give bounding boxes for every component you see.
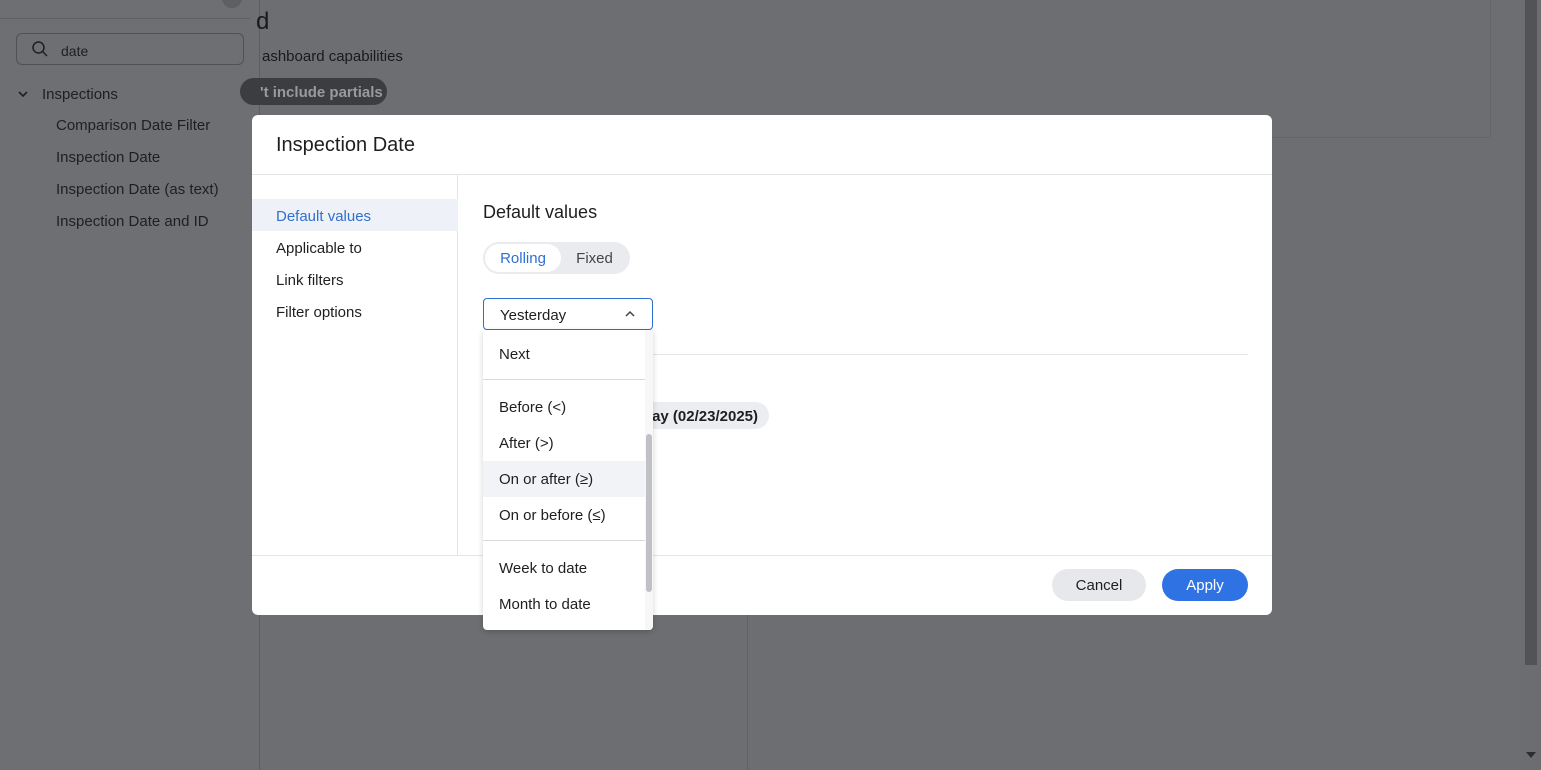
scroll-down-icon[interactable] (1526, 752, 1536, 758)
option-before[interactable]: Before (<) (483, 389, 645, 425)
modal-nav: Default values Applicable to Link filter… (252, 175, 458, 555)
modal-footer-divider (252, 555, 1272, 556)
tree-group-label: Inspections (42, 85, 118, 103)
option-on-or-after[interactable]: On or after (≥) (483, 461, 645, 497)
cancel-button[interactable]: Cancel (1052, 569, 1146, 601)
option-after[interactable]: After (>) (483, 425, 645, 461)
option-next[interactable]: Next (483, 336, 645, 372)
option-week-to-date[interactable]: Week to date (483, 550, 645, 586)
nav-item-applicable-to[interactable]: Applicable to (252, 231, 458, 263)
nav-item-link-filters[interactable]: Link filters (252, 263, 458, 295)
section-divider (653, 354, 1248, 355)
select-dropdown: Next Before (<) After (>) On or after (≥… (483, 330, 653, 630)
search-icon (32, 41, 48, 57)
tree-group-inspections[interactable]: Inspections (16, 84, 118, 104)
sidebar-divider (0, 18, 250, 19)
modal-title: Inspection Date (276, 134, 415, 156)
section-title: Default values (483, 202, 598, 222)
toggle-rolling[interactable]: Rolling (485, 244, 561, 272)
tree-item-inspection-date-as-text[interactable]: Inspection Date (as text) (56, 181, 219, 198)
dropdown-scrollbar-thumb[interactable] (646, 434, 652, 592)
nav-item-default-values[interactable]: Default values (252, 199, 458, 231)
filter-modal: Inspection Date Default values Applicabl… (252, 115, 1272, 615)
partials-pill[interactable]: 't include partials (240, 78, 387, 105)
search-value: date (61, 43, 89, 59)
page-scrollbar-thumb[interactable] (1525, 0, 1537, 665)
tree-item-inspection-date[interactable]: Inspection Date (56, 149, 160, 166)
page-subtitle: ashboard capabilities (262, 48, 403, 65)
option-on-or-before[interactable]: On or before (≤) (483, 497, 645, 533)
chevron-down-icon (18, 91, 28, 98)
chevron-up-icon (625, 310, 635, 317)
card-border (1490, 0, 1491, 137)
select-value: Yesterday (500, 307, 567, 324)
avatar[interactable] (222, 0, 242, 8)
preview-chip: ay (02/23/2025) (636, 402, 769, 429)
option-divider (483, 379, 645, 380)
search-input[interactable]: date (16, 33, 244, 65)
rolling-fixed-toggle: Rolling Fixed (483, 242, 630, 274)
nav-item-filter-options[interactable]: Filter options (252, 295, 458, 327)
tree-item-comparison-date-filter[interactable]: Comparison Date Filter (56, 117, 210, 134)
rolling-period-select[interactable]: Yesterday (483, 298, 653, 330)
option-divider (483, 540, 645, 541)
apply-button[interactable]: Apply (1162, 569, 1248, 601)
page-title: d (256, 8, 270, 35)
tree-item-inspection-date-and-id[interactable]: Inspection Date and ID (56, 213, 209, 230)
sidebar: date Inspections Comparison Date Filter … (0, 0, 260, 770)
toggle-fixed[interactable]: Fixed (561, 244, 628, 272)
option-month-to-date[interactable]: Month to date (483, 586, 645, 622)
